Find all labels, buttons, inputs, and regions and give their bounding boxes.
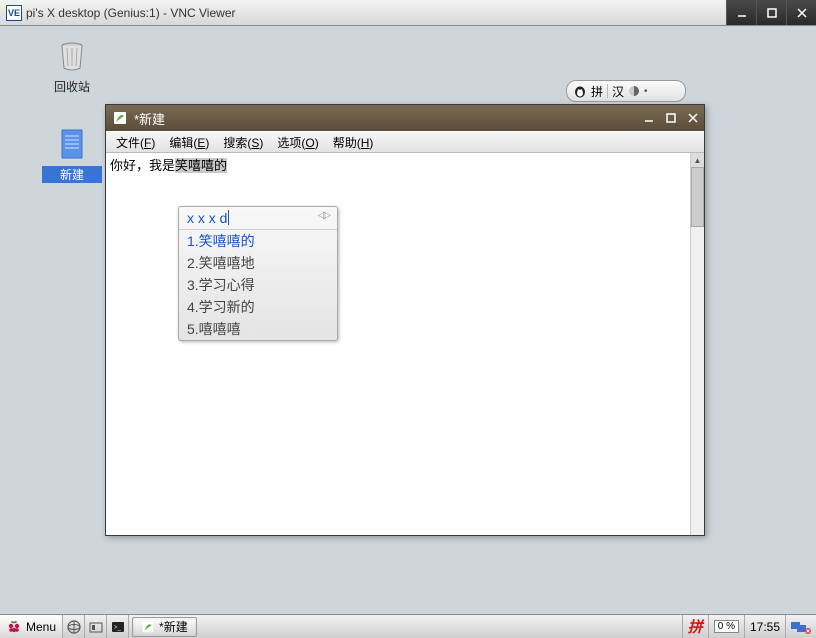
quicklaunch-terminal[interactable]: >_ [107,615,129,638]
leafpad-task-icon [141,620,155,634]
taskbar-task-editor[interactable]: *新建 [132,617,197,637]
desktop[interactable]: 回收站 新建 拼 汉 • *新建 文件(F)编辑(E)搜索(S)选项(O)帮助(… [0,26,816,614]
editor-text-plain: 你好，我是 [110,158,175,173]
ime-pager[interactable]: ◁▷ [318,210,329,226]
menu-f[interactable]: 文件(F) [110,132,161,153]
svg-text:>_: >_ [114,625,122,631]
editor-text-selected: 笑嘻嘻的 [175,158,227,173]
maximize-button[interactable] [756,0,786,25]
ime-candidate-window[interactable]: x x x d ◁▷ 1.笑嘻嘻的2.笑嘻嘻地3.学习心得4.学习新的5.嘻嘻嘻 [178,206,338,341]
vnc-titlebar: VE pi's X desktop (Genius:1) - VNC Viewe… [0,0,816,26]
tray-clock: 17:55 [744,615,785,638]
ime-candidate-3[interactable]: 3.学习心得 [179,274,337,296]
trash-icon[interactable]: 回收站 [42,38,102,95]
scroll-thumb[interactable] [691,167,704,227]
ime-mode[interactable]: 拼 [591,83,603,100]
raspberry-icon [6,619,22,635]
menu-e[interactable]: 编辑(E) [163,132,215,153]
file-glyph-icon [54,126,90,162]
trash-label: 回收站 [42,78,102,95]
vertical-scrollbar[interactable]: ▲ [690,153,704,535]
newfile-desktop-icon[interactable]: 新建 [42,126,102,183]
taskbar-task-label: *新建 [159,618,188,635]
tray-network-icon[interactable] [785,615,816,638]
close-button[interactable] [786,0,816,25]
quicklaunch-browser[interactable] [63,615,85,638]
scroll-up-button[interactable]: ▲ [691,153,704,167]
editor-menubar: 文件(F)编辑(E)搜索(S)选项(O)帮助(H) [106,131,704,153]
ime-candidate-5[interactable]: 5.嘻嘻嘻 [179,318,337,340]
ime-status-bar[interactable]: 拼 汉 • [566,80,686,102]
penguin-icon [573,84,587,98]
start-menu-label: Menu [26,620,56,634]
editor-minimize-button[interactable] [638,109,660,127]
tray-cpu[interactable]: 0 % [708,615,744,638]
ime-lang[interactable]: 汉 [612,83,624,100]
ime-cursor [228,210,229,225]
vnc-window-title: pi's X desktop (Genius:1) - VNC Viewer [26,6,726,20]
ime-input-string: x x x d [187,210,227,226]
menu-s[interactable]: 搜索(S) [217,132,269,153]
ime-halfmoon-icon[interactable] [628,85,640,97]
ime-candidate-4[interactable]: 4.学习新的 [179,296,337,318]
trash-glyph-icon [54,38,90,74]
vnc-logo-icon: VE [6,5,22,21]
quicklaunch-files[interactable] [85,615,107,638]
start-menu-button[interactable]: Menu [0,615,63,638]
editor-maximize-button[interactable] [660,109,682,127]
menu-h[interactable]: 帮助(H) [327,132,380,153]
minimize-button[interactable] [726,0,756,25]
editor-title: *新建 [134,109,165,128]
tray-ime-indicator[interactable]: 拼 [682,615,708,638]
ime-candidate-2[interactable]: 2.笑嘻嘻地 [179,252,337,274]
menu-o[interactable]: 选项(O) [271,132,324,153]
ime-dot-icon[interactable]: • [644,86,648,97]
ime-candidate-1[interactable]: 1.笑嘻嘻的 [179,230,337,252]
editor-close-button[interactable] [682,109,704,127]
taskbar: Menu >_ *新建 拼 0 % 17:55 [0,614,816,638]
editor-titlebar[interactable]: *新建 [106,105,704,131]
newfile-label: 新建 [42,166,102,183]
leafpad-icon [112,110,128,126]
